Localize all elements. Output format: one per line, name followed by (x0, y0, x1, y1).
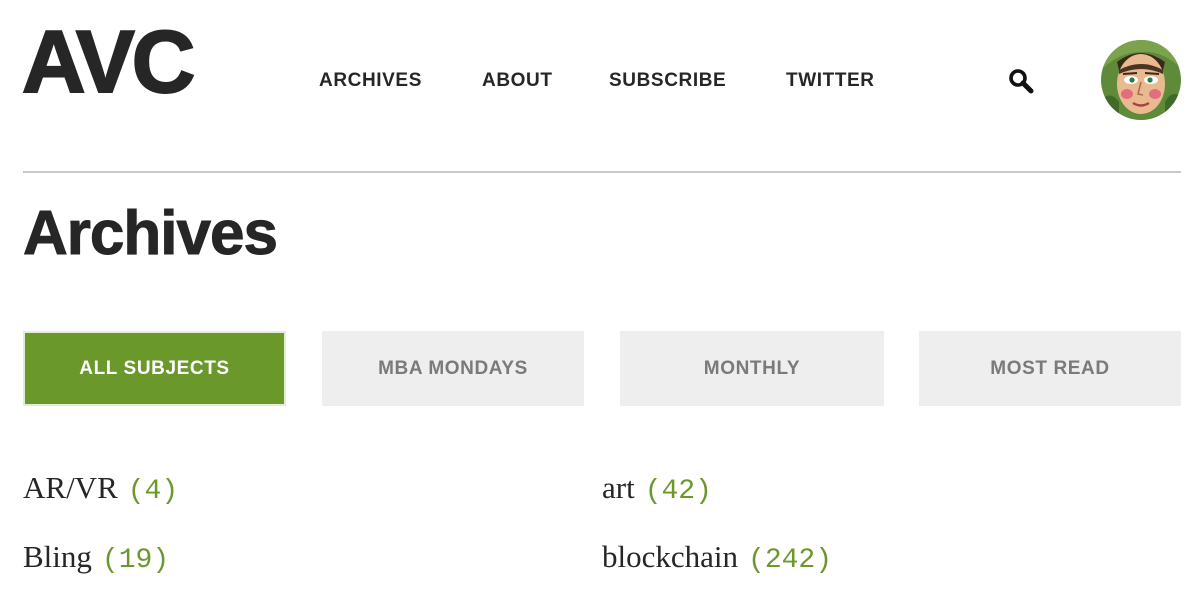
subject-count: (4) (127, 476, 179, 507)
tab-all-subjects[interactable]: ALL SUBJECTS (23, 331, 286, 406)
tab-most-read[interactable]: MOST READ (919, 331, 1181, 406)
subject-link-ar-vr[interactable]: AR/VR (4) (23, 468, 178, 512)
avatar[interactable] (1101, 40, 1181, 120)
subject-name: blockchain (602, 539, 739, 574)
subject-count: (19) (101, 545, 170, 576)
site-logo[interactable]: AVC (21, 17, 196, 107)
subject-link-bling[interactable]: Bling (19) (23, 537, 169, 581)
search-icon (1009, 69, 1034, 94)
tab-mba-mondays[interactable]: MBA MONDAYS (322, 331, 584, 406)
avatar-portrait-icon (1101, 40, 1181, 120)
tab-monthly[interactable]: MONTHLY (620, 331, 884, 406)
subject-count: (242) (748, 545, 833, 576)
subject-name: Bling (23, 539, 92, 574)
nav-item-twitter[interactable]: TWITTER (786, 68, 875, 94)
page-title: Archives (23, 199, 279, 268)
nav-item-subscribe[interactable]: SUBSCRIBE (609, 68, 726, 94)
subject-link-blockchain[interactable]: blockchain (242) (602, 537, 832, 581)
nav-item-archives[interactable]: ARCHIVES (319, 68, 422, 94)
subject-link-art[interactable]: art (42) (602, 468, 712, 512)
search-button[interactable] (1004, 64, 1038, 98)
header-divider (23, 171, 1181, 173)
nav-item-about[interactable]: ABOUT (482, 68, 553, 94)
subject-name: art (602, 470, 635, 505)
subject-count: (42) (644, 476, 712, 507)
subject-name: AR/VR (23, 470, 118, 505)
